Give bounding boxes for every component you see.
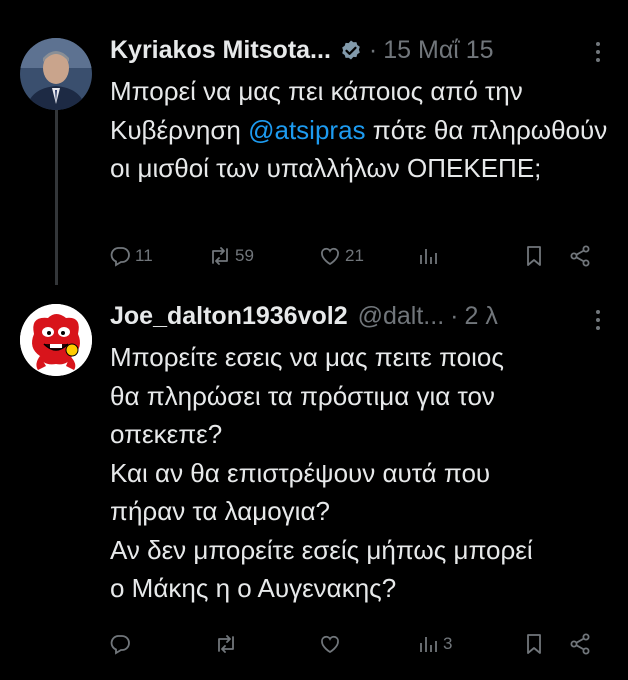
- views-icon: [420, 637, 437, 652]
- retweet-count: 59: [235, 246, 254, 265]
- tweet-line: ο Μάκης η ο Αυγενακης?: [110, 573, 397, 603]
- tweet-text: Μπορεί να μας πει κάποιος από την Κυβέρν…: [110, 72, 610, 188]
- reply-icon: [110, 247, 130, 267]
- tweet-text: Μπορείτε εσεις να μας πειτε ποιος θα πλη…: [110, 338, 610, 608]
- avatar-image: [20, 304, 92, 376]
- dot-separator: ·: [450, 302, 459, 330]
- verified-badge-icon: [339, 39, 363, 63]
- tweet-line: Και αν θα επιστρέψουν αυτά που: [110, 457, 491, 488]
- tweet-line: πήραν τα λαμογια?: [110, 496, 330, 526]
- share-icon: [570, 633, 590, 655]
- more-options-icon[interactable]: [594, 310, 602, 330]
- share-button[interactable]: [568, 244, 592, 268]
- more-options-icon[interactable]: [594, 42, 602, 62]
- dot-separator: ·: [368, 36, 378, 64]
- mention-link[interactable]: @atsipras: [248, 115, 365, 145]
- tweet-header: Joe_dalton1936vol2 @dalt... · 2 λ: [110, 302, 498, 331]
- like-button[interactable]: 21: [318, 244, 364, 268]
- author-handle[interactable]: @dalt...: [358, 302, 445, 331]
- bookmark-icon: [527, 634, 541, 654]
- avatar[interactable]: [20, 304, 92, 376]
- tweet-reply[interactable]: Joe_dalton1936vol2 @dalt... · 2 λ Μπορεί…: [0, 290, 628, 680]
- like-count: 21: [345, 246, 364, 265]
- tweet-line: οπεκεπε?: [110, 419, 223, 449]
- action-bar: 3: [108, 632, 608, 662]
- avatar-image: [20, 38, 92, 110]
- reply-button[interactable]: 11: [108, 244, 153, 268]
- retweet-icon: [218, 635, 234, 653]
- thread-line: [55, 110, 58, 285]
- tweet-date[interactable]: 15 Μαΐ 15: [383, 36, 493, 65]
- like-button[interactable]: [318, 632, 345, 656]
- views-count: 3: [443, 634, 453, 653]
- heart-icon: [321, 635, 339, 654]
- retweet-icon: [212, 247, 228, 265]
- tweet-line: Μπορείτε εσεις να μας πειτε ποιος: [110, 342, 504, 372]
- reply-count: 11: [135, 246, 153, 265]
- action-bar: 11 59 21: [108, 244, 608, 274]
- bookmark-icon: [527, 246, 541, 266]
- author-name[interactable]: Joe_dalton1936vol2: [110, 302, 348, 331]
- tweet-date[interactable]: 2 λ: [464, 302, 497, 331]
- bookmark-button[interactable]: [522, 632, 546, 656]
- share-icon: [570, 245, 590, 267]
- reply-button[interactable]: [108, 632, 135, 656]
- retweet-button[interactable]: 59: [208, 244, 254, 268]
- heart-icon: [321, 247, 339, 266]
- tweet-header: Kyriakos Mitsota... · 15 Μαΐ 15: [110, 36, 494, 65]
- share-button[interactable]: [568, 632, 592, 656]
- views-icon: [420, 249, 437, 264]
- avatar[interactable]: [20, 38, 92, 110]
- views-button[interactable]: [416, 244, 443, 268]
- retweet-button[interactable]: [214, 632, 241, 656]
- tweet-line: θα πληρώσει τα πρόστιμα για τον: [110, 380, 495, 411]
- tweet-line: Αν δεν μπορείτε εσείς μήπως μπορεί: [110, 534, 533, 565]
- bookmark-button[interactable]: [522, 244, 546, 268]
- author-name[interactable]: Kyriakos Mitsota...: [110, 36, 331, 65]
- reply-icon: [110, 635, 130, 655]
- views-button[interactable]: 3: [416, 632, 452, 656]
- tweet-parent[interactable]: Kyriakos Mitsota... · 15 Μαΐ 15 Μπορεί ν…: [0, 0, 628, 290]
